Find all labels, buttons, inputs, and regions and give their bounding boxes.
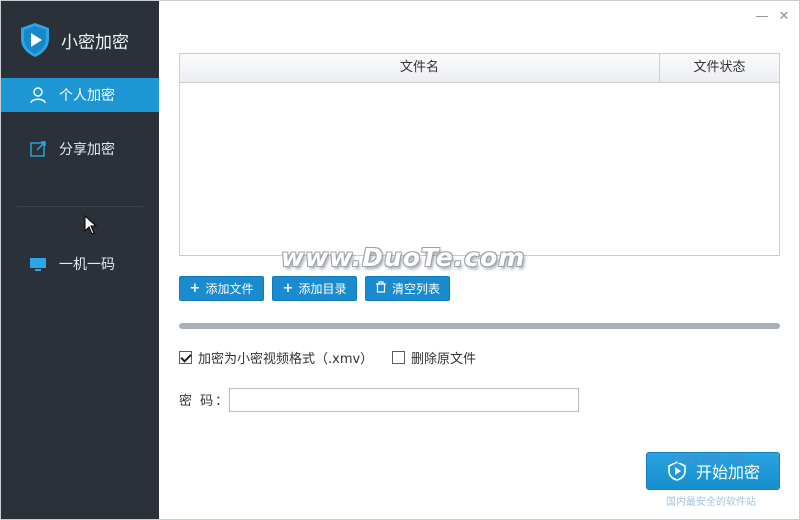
sidebar-item-label: 个人加密: [59, 88, 115, 104]
site-watermark: www.DuoTe.com: [281, 243, 526, 272]
progress-bar: [179, 323, 780, 329]
sidebar-item-label: 分享加密: [59, 142, 115, 158]
plus-icon: +: [282, 281, 294, 296]
brand: 小密加密: [19, 21, 129, 59]
delete-original-option[interactable]: 删除原文件: [392, 348, 477, 367]
mouse-cursor-icon: [84, 215, 98, 235]
sidebar: 小密加密 个人加密 分享加密 一机一码: [1, 1, 159, 519]
file-table[interactable]: 文件名 文件状态: [179, 53, 780, 256]
clear-list-button[interactable]: 清空列表: [365, 276, 450, 301]
column-header-file-status[interactable]: 文件状态: [660, 54, 779, 82]
add-directory-button[interactable]: + 添加目录: [272, 276, 357, 301]
close-button[interactable]: ✕: [777, 9, 791, 25]
sidebar-item-label: 一机一码: [59, 257, 115, 273]
clear-list-label: 清空列表: [391, 282, 440, 296]
sidebar-item-personal-encrypt[interactable]: 个人加密: [1, 78, 159, 112]
encrypt-format-checkbox[interactable]: [179, 350, 192, 364]
sidebar-item-share-encrypt[interactable]: 分享加密: [1, 132, 159, 166]
app-window: 小密加密 个人加密 分享加密 一机一码 — ✕ 文件名 文件状态 www.Duo…: [0, 0, 800, 520]
monitor-icon: [29, 255, 47, 273]
corner-watermark-bottom: 国内最安全的软件站: [666, 497, 756, 508]
add-file-label: 添加文件: [205, 282, 254, 296]
delete-original-checkbox[interactable]: [392, 350, 405, 364]
plus-icon: +: [189, 281, 201, 296]
user-icon: [29, 86, 47, 104]
shield-play-logo-icon: [21, 23, 49, 57]
encrypt-format-option[interactable]: 加密为小密视频格式（.xmv）: [179, 348, 374, 367]
sidebar-item-one-machine-one-code[interactable]: 一机一码: [1, 247, 159, 281]
encrypt-format-label: 加密为小密视频格式（.xmv）: [198, 351, 374, 367]
delete-original-label: 删除原文件: [411, 351, 477, 367]
password-input[interactable]: [229, 388, 579, 412]
add-file-button[interactable]: + 添加文件: [179, 276, 264, 301]
share-edit-icon: [29, 140, 47, 158]
add-directory-label: 添加目录: [298, 282, 347, 296]
corner-watermark-top: 2345软件大全: [669, 453, 744, 466]
table-header: 文件名 文件状态: [180, 54, 779, 83]
password-label: 密 码：: [179, 394, 231, 409]
trash-icon: [375, 281, 387, 296]
column-header-filename[interactable]: 文件名: [180, 54, 660, 82]
sidebar-divider: [17, 206, 143, 207]
app-title: 小密加密: [61, 32, 129, 53]
minimize-button[interactable]: —: [755, 9, 769, 25]
